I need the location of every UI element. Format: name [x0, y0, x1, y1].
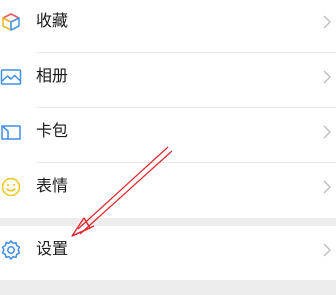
chevron-right-icon [323, 70, 331, 84]
chevron-right-icon [323, 125, 331, 139]
chevron-right-icon [323, 180, 331, 194]
menu-item-label: 相册 [36, 66, 69, 85]
card-wallet-icon [1, 125, 21, 140]
menu-item-label: 表情 [36, 176, 69, 195]
chevron-right-icon [323, 15, 331, 29]
menu-item-settings[interactable]: 设置 [0, 226, 336, 280]
photo-album-icon [0, 69, 22, 85]
menu-item-album[interactable]: 相册 [0, 53, 336, 107]
cube-favorites-icon [2, 13, 20, 31]
gear-settings-icon [1, 240, 21, 260]
menu-group-main: 收藏 相册 卡包 表情 [0, 0, 336, 218]
menu-item-label: 收藏 [36, 11, 69, 30]
menu-item-stickers[interactable]: 表情 [0, 163, 336, 217]
menu-item-label: 卡包 [36, 121, 69, 140]
menu-item-favorites[interactable]: 收藏 [0, 0, 336, 52]
menu-item-card-wallet[interactable]: 卡包 [0, 108, 336, 162]
menu-item-label: 设置 [36, 239, 69, 258]
chevron-right-icon [323, 243, 331, 257]
menu-group-settings: 设置 [0, 226, 336, 280]
smiley-face-icon [1, 177, 21, 197]
